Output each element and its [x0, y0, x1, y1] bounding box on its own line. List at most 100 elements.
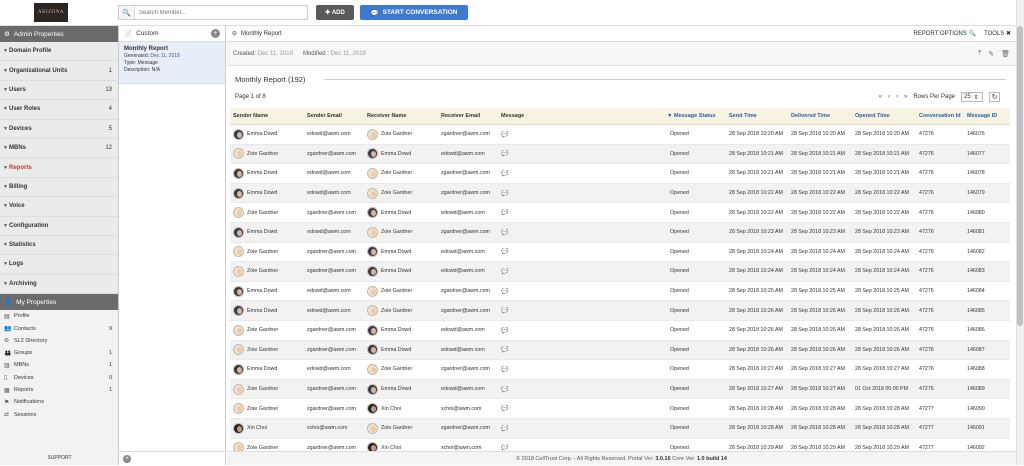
sidebar-item-configuration[interactable]: ▼Configuration — [0, 217, 118, 236]
table-row[interactable]: Zoie Gardnerzgardner@awm.comEmma Dowdedo… — [230, 145, 1010, 165]
my-item-groups[interactable]: 👪Groups1 — [0, 347, 118, 359]
message-icon[interactable]: 💬 — [501, 191, 508, 197]
message-icon[interactable]: 💬 — [501, 230, 508, 236]
export-icon[interactable]: ⤒ — [978, 50, 981, 58]
table-row[interactable]: Zoie Gardnerzgardner@awm.comEmma Dowdedo… — [230, 262, 1010, 282]
table-row[interactable]: Emma Dowdedowd@awm.comZoie Gardnerzgardn… — [230, 301, 1010, 321]
message-icon[interactable]: 💬 — [501, 426, 508, 432]
message-icon[interactable]: 💬 — [501, 406, 508, 412]
column-header-delivered-time[interactable]: Delivered Time — [788, 113, 852, 119]
sidebar-item-archiving[interactable]: ▼Archiving — [0, 275, 118, 294]
sidebar-item-statistics[interactable]: ▼Statistics — [0, 236, 118, 255]
member-search[interactable]: 🔍 — [118, 5, 308, 20]
sidebar-item-voice[interactable]: ▼Voice — [0, 197, 118, 216]
refresh-icon[interactable]: ↻ — [989, 92, 1000, 102]
my-properties-header[interactable]: 👤My Properties — [0, 294, 118, 310]
table-row[interactable]: Xin Choixchoi@awm.comZoie Gardnerzgardne… — [230, 419, 1010, 439]
sidebar-item-users[interactable]: ▼Users13 — [0, 81, 118, 100]
message-icon[interactable]: 💬 — [501, 308, 508, 314]
table-row[interactable]: Zoie Gardnerzgardner@awm.comEmma Dowdedo… — [230, 321, 1010, 341]
search-icon[interactable]: 🔍 — [119, 6, 135, 19]
table-row[interactable]: Emma Dowdedowd@awm.comZoie Gardnerzgardn… — [230, 125, 1010, 145]
sidebar-item-reports[interactable]: ▼Reports — [0, 158, 118, 177]
next-page-icon[interactable]: › — [896, 94, 898, 100]
search-input[interactable] — [135, 6, 307, 19]
table-row[interactable]: Emma Dowdedowd@awm.comZoie Gardnerzgardn… — [230, 282, 1010, 302]
start-conversation-button[interactable]: 💬START CONVERSATION — [360, 5, 468, 20]
report-card-monthly[interactable]: Monthly Report Generated: Dec 11, 2018 T… — [119, 42, 225, 84]
trash-icon[interactable]: 🗑 — [1001, 50, 1010, 58]
add-button[interactable]: ✚ ADD — [316, 5, 354, 20]
messages-table: Sender NameSender EmailReceiver NameRece… — [230, 108, 1010, 458]
table-row[interactable]: Emma Dowdedowd@awm.comZoie Gardnerzgardn… — [230, 164, 1010, 184]
column-header-message-status[interactable]: ▼ Message Status — [664, 113, 726, 119]
table-row[interactable]: Emma Dowdedowd@awm.comZoie Gardnerzgardn… — [230, 360, 1010, 380]
sidebar-item-logs[interactable]: ▼Logs — [0, 255, 118, 274]
sidebar-item-mbns[interactable]: ▼MBNs12 — [0, 139, 118, 158]
sender-email: edowd@awm.com — [304, 308, 364, 314]
last-page-icon[interactable]: » — [904, 94, 907, 100]
table-row[interactable]: Zoie Gardnerzgardner@awm.comEmma Dowdedo… — [230, 243, 1010, 263]
tools-button[interactable]: TOOLS ✖ — [984, 30, 1011, 37]
table-row[interactable]: Zoie Gardnerzgardner@awm.comXin Choixcho… — [230, 399, 1010, 419]
report-options-button[interactable]: REPORT OPTIONS 🔍 — [913, 30, 976, 37]
opened-time: 28 Sep 2018 10:21 AM — [852, 151, 916, 157]
avatar — [233, 364, 244, 375]
my-item-reports[interactable]: ▦Reports1 — [0, 384, 118, 396]
my-item-mbns[interactable]: ▥MBNs1 — [0, 359, 118, 371]
my-item-devices[interactable]: ▯Devices0 — [0, 372, 118, 384]
my-item-contacts[interactable]: 👥Contacts9 — [0, 322, 118, 334]
admin-properties-header[interactable]: ⚙Admin Properties — [0, 26, 118, 42]
table-row[interactable]: Zoie Gardnerzgardner@awm.comEmma Dowdedo… — [230, 341, 1010, 361]
support-link[interactable]: SUPPORT — [0, 455, 119, 461]
page-scrollbar[interactable] — [1016, 0, 1024, 465]
message-icon[interactable]: 💬 — [501, 171, 508, 177]
prev-page-icon[interactable]: ‹ — [888, 94, 890, 100]
table-row[interactable]: Zoie Gardnerzgardner@awm.comEmma Dowdedo… — [230, 380, 1010, 400]
column-header-opened-time[interactable]: Opened Time — [852, 113, 916, 119]
message-icon[interactable]: 💬 — [501, 269, 508, 275]
my-item-notifications[interactable]: ⚑Notifications — [0, 396, 118, 408]
column-header-receiver-name[interactable]: Receiver Name — [364, 113, 438, 119]
message-icon[interactable]: 💬 — [501, 328, 508, 334]
search-icon: 🔍 — [969, 31, 976, 37]
notifications-icon: ⚑ — [4, 399, 14, 406]
edit-icon[interactable]: ✎ — [988, 50, 994, 58]
sidebar-item-user-roles[interactable]: ▼User Roles4 — [0, 100, 118, 119]
my-item-profile[interactable]: ▤Profile — [0, 310, 118, 322]
column-header-message-id[interactable]: Message ID — [964, 113, 1004, 119]
send-time: 28 Sep 2018 10:22 AM — [726, 190, 788, 196]
sidebar-item-organizational-units[interactable]: ▼Organizational Units1 — [0, 61, 118, 80]
add-custom-report-icon[interactable]: + — [211, 29, 220, 38]
company-logo[interactable]: ARIZONA — [34, 3, 68, 22]
sidebar-item-billing[interactable]: ▼Billing — [0, 178, 118, 197]
message-icon[interactable]: 💬 — [501, 151, 508, 157]
scrollbar-thumb[interactable] — [1017, 26, 1023, 326]
message-icon[interactable]: 💬 — [501, 210, 508, 216]
sidebar-item-domain-profile[interactable]: ▼Domain Profile — [0, 42, 118, 61]
table-row[interactable]: Emma Dowdedowd@awm.comZoie Gardnerzgardn… — [230, 223, 1010, 243]
column-header-sender-name[interactable]: Sender Name — [230, 113, 304, 119]
message-icon[interactable]: 💬 — [501, 289, 508, 295]
message-icon[interactable]: 💬 — [501, 367, 508, 373]
column-header-message[interactable]: Message — [498, 113, 664, 119]
column-header-receiver-email[interactable]: Receiver Email — [438, 113, 498, 119]
message-icon[interactable]: 💬 — [501, 249, 508, 255]
sidebar-item-devices[interactable]: ▼Devices5 — [0, 120, 118, 139]
message-icon[interactable]: 💬 — [501, 347, 508, 353]
my-item-sl2-directory[interactable]: ⊚SL2 Directory — [0, 335, 118, 347]
column-header-sender-email[interactable]: Sender Email — [304, 113, 364, 119]
first-page-icon[interactable]: « — [879, 94, 882, 100]
my-item-sessions[interactable]: ⇄Sessions — [0, 408, 118, 420]
avatar — [233, 227, 244, 238]
table-row[interactable]: Zoie Gardnerzgardner@awm.comEmma Dowdedo… — [230, 203, 1010, 223]
message-id: 146079 — [964, 190, 1004, 196]
column-header-send-time[interactable]: Send Time — [726, 113, 788, 119]
column-header-conversation-id[interactable]: Conversation Id — [916, 113, 964, 119]
rows-per-page-select[interactable]: 25⇕ — [961, 92, 983, 102]
add-report-icon[interactable]: + — [123, 455, 131, 463]
message-icon[interactable]: 💬 — [501, 387, 508, 393]
table-row[interactable]: Emma Dowdedowd@awm.comZoie Gardnerzgardn… — [230, 184, 1010, 204]
back-arrow-icon[interactable]: ⊖ — [232, 30, 237, 37]
message-icon[interactable]: 💬 — [501, 132, 508, 138]
